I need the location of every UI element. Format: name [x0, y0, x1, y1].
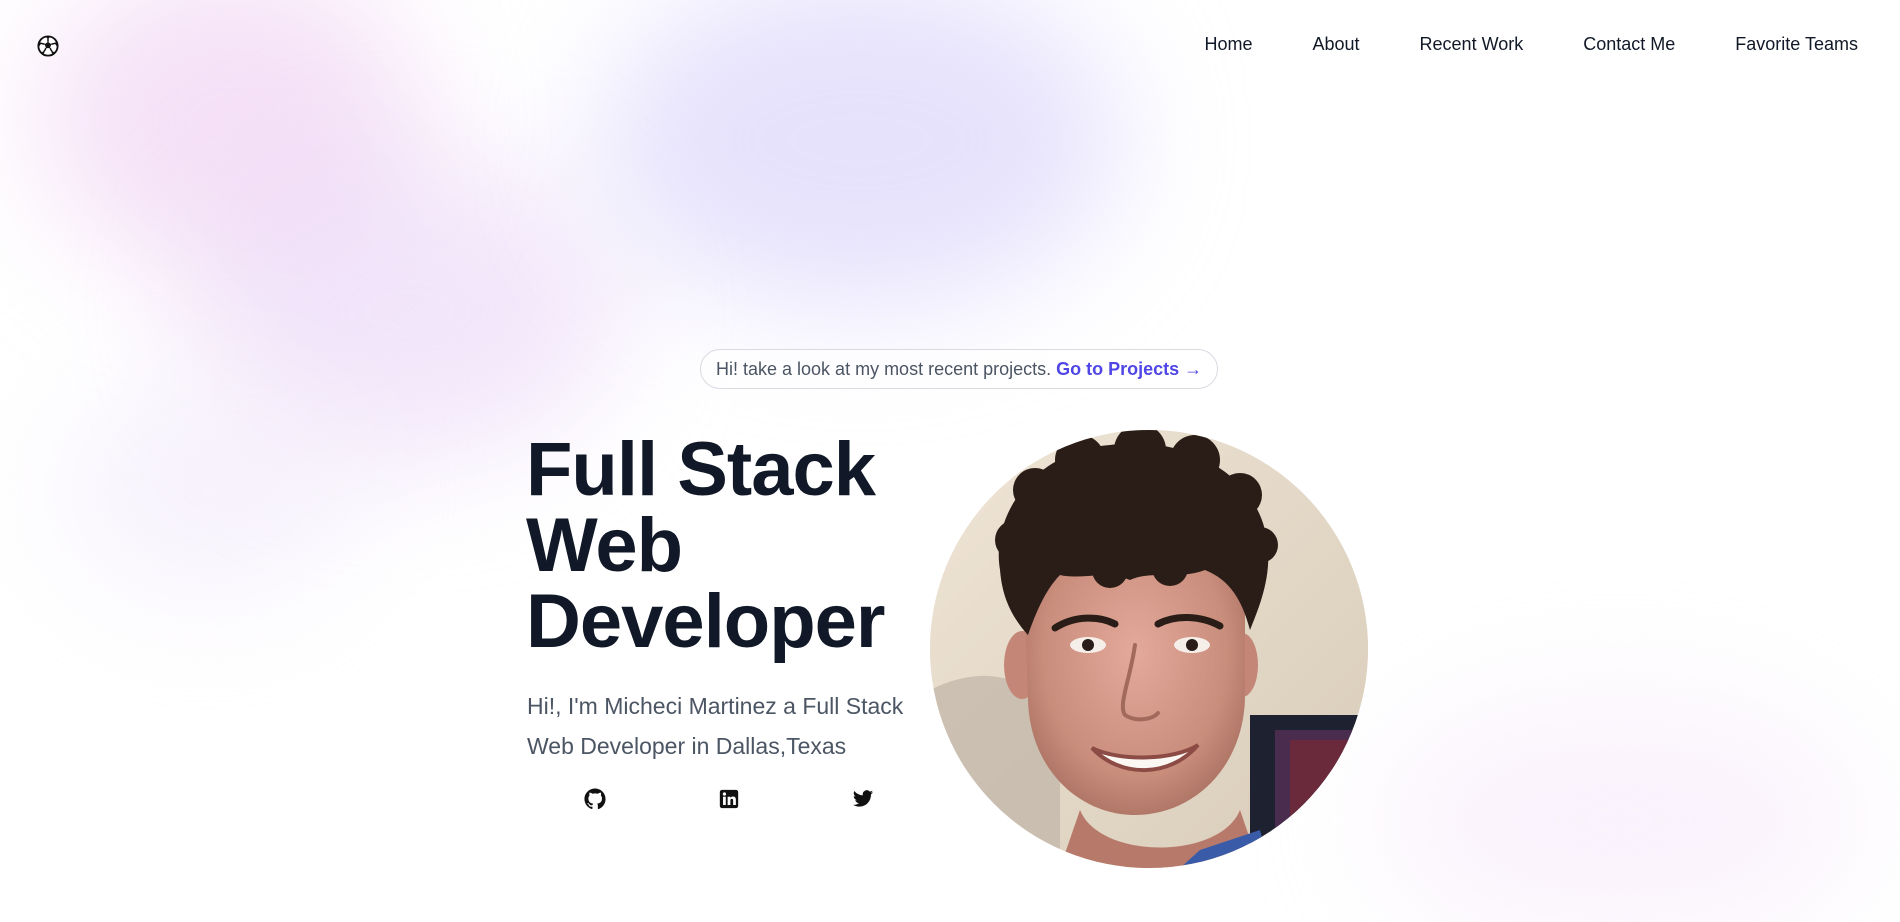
background-blob: [60, 380, 360, 600]
twitter-icon[interactable]: [852, 788, 874, 810]
hero-subtitle: Hi!, I'm Micheci Martinez a Full Stack W…: [527, 693, 904, 759]
background-blob: [600, 0, 1120, 310]
page: Home About Recent Work Contact Me Favori…: [0, 0, 1900, 922]
nav-recent-work[interactable]: Recent Work: [1420, 34, 1524, 55]
profile-photo: [930, 430, 1368, 868]
go-to-projects-link[interactable]: Go to Projects →: [1056, 359, 1202, 380]
nav-favorite-teams[interactable]: Favorite Teams: [1735, 34, 1858, 55]
background-blob: [40, 0, 420, 280]
github-icon[interactable]: [584, 788, 606, 810]
announcement-pill: Hi! take a look at my most recent projec…: [700, 349, 1219, 389]
hero-title-line: Web: [526, 503, 683, 588]
nav-contact-me[interactable]: Contact Me: [1583, 34, 1675, 55]
announcement-text: Hi! take a look at my most recent projec…: [716, 358, 1052, 379]
hero-title: Full Stack Web Developer: [526, 432, 885, 660]
background-blob: [200, 160, 620, 460]
main-nav: Home About Recent Work Contact Me Favori…: [1144, 34, 1858, 55]
hero-title-line: Developer: [526, 579, 885, 664]
background-blob: [1380, 700, 1860, 922]
linkedin-icon[interactable]: [718, 788, 740, 810]
soccer-ball-icon[interactable]: [37, 35, 59, 57]
hero-title-line: Full Stack: [526, 427, 876, 512]
nav-home[interactable]: Home: [1204, 34, 1252, 55]
nav-about[interactable]: About: [1312, 34, 1359, 55]
